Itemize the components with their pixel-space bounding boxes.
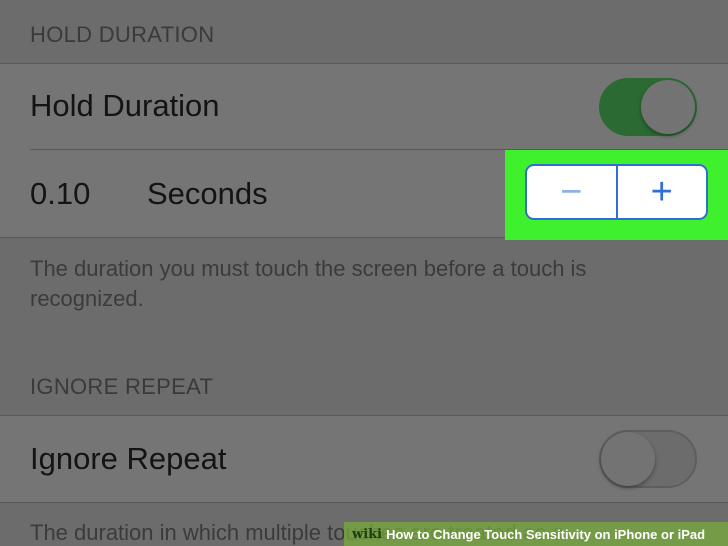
toggle-knob bbox=[641, 80, 695, 134]
toggle-knob bbox=[601, 432, 655, 486]
watermark-text: How to Change Touch Sensitivity on iPhon… bbox=[386, 526, 706, 542]
hold-duration-unit: Seconds bbox=[147, 176, 268, 211]
ignore-repeat-section-header: IGNORE REPEAT bbox=[30, 374, 214, 399]
ignore-repeat-label: Ignore Repeat bbox=[30, 441, 227, 476]
hold-duration-toggle[interactable] bbox=[599, 78, 697, 136]
hold-duration-footer: The duration you must touch the screen b… bbox=[30, 256, 587, 311]
watermark-banner: wiki How to Change Touch Sensitivity on … bbox=[344, 522, 728, 546]
group-bottom-divider bbox=[0, 502, 728, 503]
ignore-repeat-toggle[interactable] bbox=[599, 430, 697, 488]
duration-stepper[interactable]: − + bbox=[525, 164, 708, 220]
decrement-button[interactable]: − bbox=[527, 166, 616, 218]
group-top-divider bbox=[0, 63, 728, 64]
watermark-logo: wiki bbox=[352, 526, 383, 542]
group-top-divider bbox=[0, 415, 728, 416]
hold-duration-value: 0.10 bbox=[30, 176, 91, 211]
hold-duration-label: Hold Duration bbox=[30, 88, 220, 123]
hold-duration-section-header: HOLD DURATION bbox=[30, 22, 215, 47]
increment-button[interactable]: + bbox=[618, 166, 707, 218]
